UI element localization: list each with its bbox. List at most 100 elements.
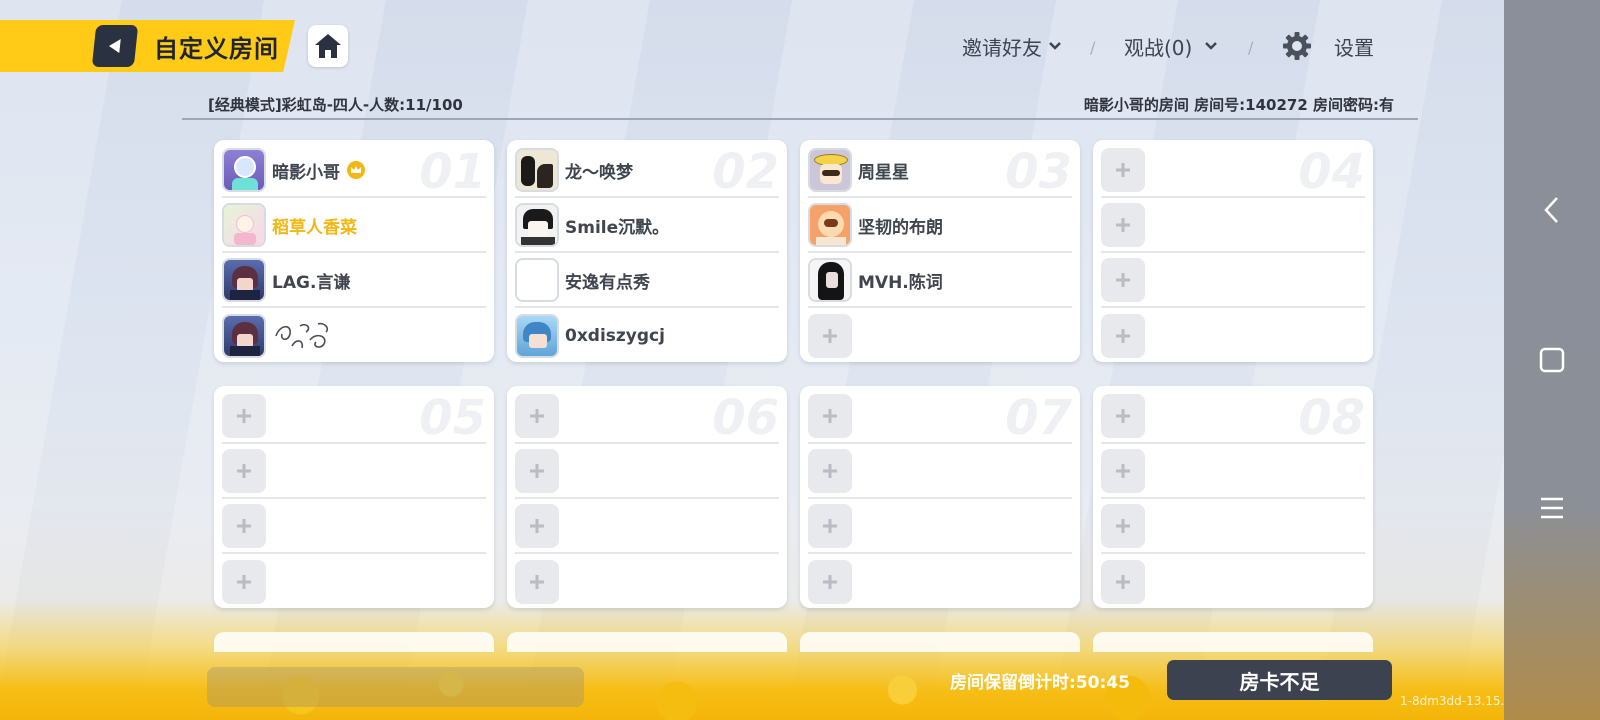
player-name: 0xdiszygcj xyxy=(565,326,665,346)
player-slot[interactable]: 坚韧的布朗 xyxy=(808,199,1072,253)
team-card-partial xyxy=(507,632,787,652)
empty-slot[interactable] xyxy=(1101,199,1365,253)
team-card-08: 08 xyxy=(1093,386,1373,608)
player-slot[interactable]: 安逸有点秀 xyxy=(515,254,779,308)
player-name: 安逸有点秀 xyxy=(565,272,650,293)
empty-slot[interactable] xyxy=(1101,500,1365,554)
avatar[interactable] xyxy=(222,203,266,247)
plus-icon xyxy=(1116,464,1130,478)
team-card-partial xyxy=(1093,632,1373,652)
empty-slot[interactable] xyxy=(1101,254,1365,308)
empty-slot[interactable] xyxy=(808,445,1072,499)
empty-slot[interactable] xyxy=(515,500,779,554)
avatar[interactable] xyxy=(515,314,559,358)
avatar[interactable] xyxy=(808,203,852,247)
join-slot-button[interactable] xyxy=(808,504,852,548)
swirl-decoration-icon xyxy=(275,322,329,349)
plus-icon xyxy=(530,519,544,533)
player-slot[interactable]: MVH.陈词 xyxy=(808,254,1072,308)
join-slot-button[interactable] xyxy=(1101,203,1145,247)
join-slot-button[interactable] xyxy=(515,560,559,604)
menu-icon xyxy=(1541,497,1563,519)
empty-slot[interactable] xyxy=(1101,555,1365,608)
join-slot-button[interactable] xyxy=(1101,560,1145,604)
avatar[interactable] xyxy=(515,258,559,302)
join-slot-button[interactable] xyxy=(222,560,266,604)
player-slot[interactable] xyxy=(222,309,486,362)
avatar[interactable] xyxy=(515,203,559,247)
nav-home-button[interactable] xyxy=(1504,330,1600,390)
player-slot[interactable]: 0xdiszygcj xyxy=(515,309,779,362)
empty-slot[interactable] xyxy=(808,555,1072,608)
join-slot-button[interactable] xyxy=(1101,148,1145,192)
join-slot-button[interactable] xyxy=(515,504,559,548)
avatar[interactable] xyxy=(222,314,266,358)
settings-label: 设置 xyxy=(1334,35,1374,60)
avatar[interactable] xyxy=(808,148,852,192)
plus-icon xyxy=(237,409,251,423)
player-slot[interactable]: 稻草人香菜 xyxy=(222,199,486,253)
join-slot-button[interactable] xyxy=(1101,504,1145,548)
player-slot[interactable]: 周星星 xyxy=(808,144,1072,198)
empty-slot[interactable] xyxy=(222,500,486,554)
settings-button[interactable]: 设置 xyxy=(1282,30,1374,62)
empty-slot[interactable] xyxy=(222,555,486,608)
room-card-button[interactable]: 房卡不足 xyxy=(1167,660,1392,700)
avatar[interactable] xyxy=(515,148,559,192)
player-slot[interactable]: LAG.言谦 xyxy=(222,254,486,308)
join-slot-button[interactable] xyxy=(1101,449,1145,493)
player-slot[interactable]: Smile沉默。 xyxy=(515,199,779,253)
empty-slot[interactable] xyxy=(808,390,1072,444)
chat-input-bar[interactable] xyxy=(207,667,584,707)
spectate-dropdown[interactable]: 观战(0) xyxy=(1124,30,1218,62)
player-slot[interactable]: 龙～唤梦 xyxy=(515,144,779,198)
join-slot-button[interactable] xyxy=(515,394,559,438)
plus-icon xyxy=(823,409,837,423)
spectate-label: 观战(0) xyxy=(1124,35,1193,60)
team-card-partial xyxy=(214,632,494,652)
avatar[interactable] xyxy=(222,258,266,302)
empty-slot[interactable] xyxy=(515,445,779,499)
empty-slot[interactable] xyxy=(808,309,1072,362)
join-slot-button[interactable] xyxy=(1101,394,1145,438)
empty-slot[interactable] xyxy=(1101,445,1365,499)
team-card-03: 03 周星星 坚韧的布朗 MVH.陈词 xyxy=(800,140,1080,362)
empty-slot[interactable] xyxy=(515,390,779,444)
join-slot-button[interactable] xyxy=(515,449,559,493)
empty-slot[interactable] xyxy=(515,555,779,608)
join-slot-button[interactable] xyxy=(808,449,852,493)
plus-icon xyxy=(1116,329,1130,343)
title-banner: 自定义房间 xyxy=(0,20,295,72)
join-slot-button[interactable] xyxy=(222,504,266,548)
plus-icon xyxy=(1116,218,1130,232)
player-name: 周星星 xyxy=(858,162,909,183)
empty-slot[interactable] xyxy=(222,445,486,499)
empty-slot[interactable] xyxy=(1101,309,1365,362)
empty-slot[interactable] xyxy=(1101,390,1365,444)
empty-slot[interactable] xyxy=(222,390,486,444)
join-slot-button[interactable] xyxy=(1101,258,1145,302)
invite-friends-dropdown[interactable]: 邀请好友 xyxy=(962,30,1062,62)
join-slot-button[interactable] xyxy=(808,394,852,438)
avatar[interactable] xyxy=(222,148,266,192)
player-slot[interactable]: 暗影小哥 xyxy=(222,144,486,198)
join-slot-button[interactable] xyxy=(808,314,852,358)
back-button[interactable] xyxy=(91,25,139,67)
join-slot-button[interactable] xyxy=(808,560,852,604)
player-name: 暗影小哥 xyxy=(272,162,340,183)
invite-friends-label: 邀请好友 xyxy=(962,35,1042,60)
home-button[interactable] xyxy=(308,25,348,67)
join-slot-button[interactable] xyxy=(222,449,266,493)
mode-info: [经典模式]彩虹岛-四人-人数:11/100 xyxy=(208,96,463,114)
chevron-down-icon xyxy=(1205,42,1218,50)
empty-slot[interactable] xyxy=(808,500,1072,554)
empty-slot[interactable] xyxy=(1101,144,1365,198)
crown-icon xyxy=(347,161,365,179)
avatar[interactable] xyxy=(808,258,852,302)
room-info: 暗影小哥的房间 房间号:140272 房间密码:有 xyxy=(1083,96,1394,114)
room-countdown: 房间保留倒计时:50:45 xyxy=(950,673,1130,693)
nav-back-button[interactable] xyxy=(1504,180,1600,240)
join-slot-button[interactable] xyxy=(1101,314,1145,358)
join-slot-button[interactable] xyxy=(222,394,266,438)
nav-menu-button[interactable] xyxy=(1504,478,1600,538)
